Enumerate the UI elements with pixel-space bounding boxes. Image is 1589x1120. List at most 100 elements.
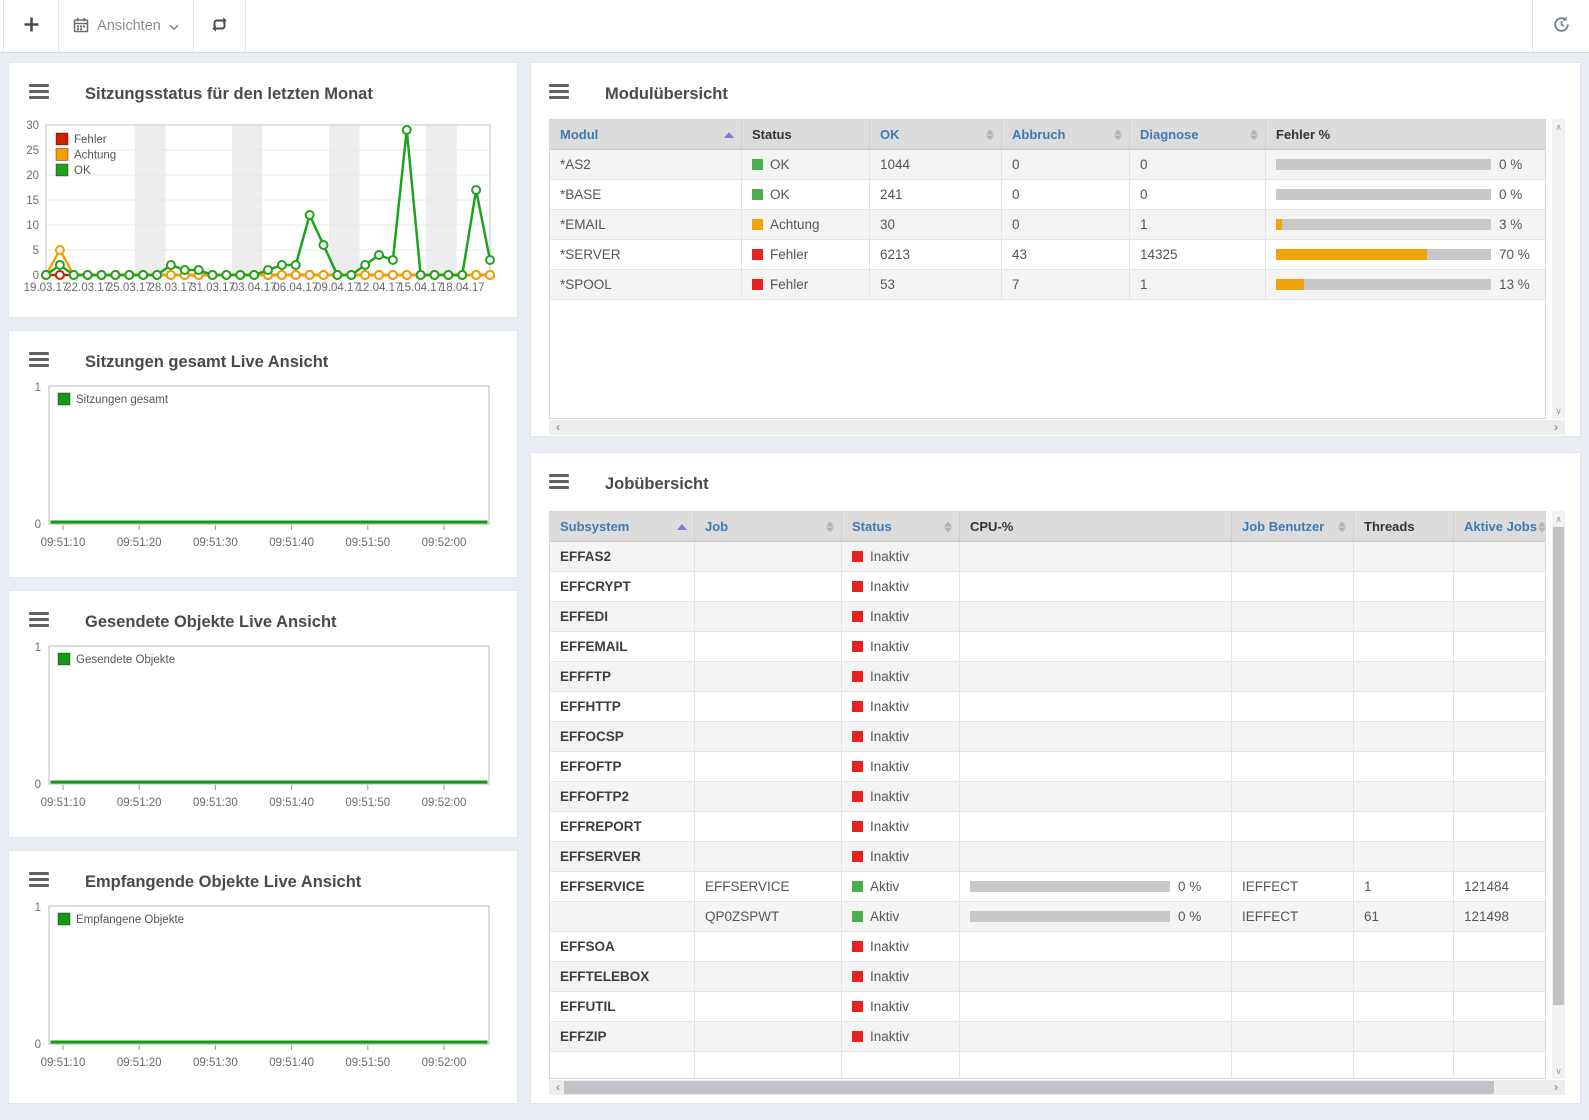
panel-menu-icon[interactable] [549,84,569,100]
scroll-left-arrow[interactable]: ‹ [551,420,565,435]
refresh-layout-button[interactable] [194,0,246,52]
table-cell [1232,632,1354,661]
table-row[interactable]: *SERVERFehler6213431432570 % [550,240,1545,270]
table-cell [695,572,842,601]
table-cell: 53 [870,270,1002,299]
column-header[interactable]: OK [870,120,1002,149]
table-cell: EFFEMAIL [550,632,695,661]
table-row[interactable]: EFFCRYPTInaktiv [550,572,1545,602]
jobs-horizontal-scrollbar[interactable]: ‹ › [549,1080,1565,1095]
column-header[interactable]: Job Benutzer [1232,512,1354,541]
column-header[interactable]: Modul [550,120,742,149]
column-header[interactable]: Fehler % [1266,120,1546,149]
progress-bar-fill [1276,279,1304,290]
panel-jobs: Jobübersicht SubsystemJobStatusCPU-%Job … [530,452,1581,1104]
progress-cell [960,632,1232,661]
table-cell [1354,752,1454,781]
table-cell: *AS2 [550,150,742,179]
table-row[interactable]: *BASEOK241000 % [550,180,1545,210]
table-cell [1232,842,1354,871]
sessions-month-chart[interactable]: 05101520253019.03.1722.03.1725.03.1728.0… [9,111,519,311]
column-header[interactable]: Status [842,512,960,541]
panel-menu-icon[interactable] [29,872,49,888]
column-header[interactable]: CPU-% [960,512,1232,541]
scroll-down-arrow[interactable]: ∨ [1552,405,1565,417]
svg-text:10: 10 [26,220,39,232]
table-row[interactable]: EFFTELEBOXInaktiv [550,962,1545,992]
add-panel-button[interactable] [3,0,59,52]
scroll-down-arrow[interactable]: ∨ [1552,1065,1565,1077]
progress-label: 0 % [1499,150,1522,179]
progress-cell [960,842,1232,871]
ansichten-label: Ansichten [97,18,161,34]
scroll-up-arrow[interactable]: ∧ [1552,513,1565,525]
progress-label: 70 % [1499,240,1530,269]
modules-vertical-scrollbar[interactable]: ∧ ∨ [1552,119,1565,419]
table-row[interactable]: EFFZIPInaktiv [550,1022,1545,1052]
svg-text:Sitzungen gesamt: Sitzungen gesamt [76,394,169,406]
panel-menu-icon[interactable] [549,474,569,490]
table-cell [695,602,842,631]
table-row[interactable]: EFFAS2Inaktiv [550,542,1545,572]
table-row[interactable]: *SPOOLFehler537113 % [550,270,1545,300]
table-row[interactable]: EFFSERVERInaktiv [550,842,1545,872]
column-header-label: Subsystem [560,519,629,534]
table-row[interactable]: EFFEMAILInaktiv [550,632,1545,662]
panel-menu-icon[interactable] [29,612,49,628]
table-row[interactable]: EFFREPORTInaktiv [550,812,1545,842]
svg-text:0: 0 [35,519,41,531]
received-live-chart[interactable]: Empfangene Objekte1009:51:1009:51:2009:5… [9,899,519,1084]
history-button[interactable] [1532,0,1589,52]
sessions-live-chart[interactable]: Sitzungen gesamt1009:51:1009:51:2009:51:… [9,379,519,564]
column-header[interactable]: Job [695,512,842,541]
table-row[interactable]: EFFHTTPInaktiv [550,692,1545,722]
table-row[interactable]: QP0ZSPWTAktiv0 %IEFFECT61121498 [550,902,1545,932]
column-header[interactable]: Threads [1354,512,1454,541]
status-square-icon [852,701,863,712]
sent-live-chart[interactable]: Gesendete Objekte1009:51:1009:51:2009:51… [9,639,519,824]
scroll-left-arrow[interactable]: ‹ [551,1080,565,1095]
table-cell [1454,572,1546,601]
svg-text:09:51:20: 09:51:20 [117,537,162,549]
column-header[interactable]: Status [742,120,870,149]
jobs-vertical-scrollbar[interactable]: ∧ ∨ [1552,511,1565,1079]
table-cell: 121498 [1454,902,1546,931]
table-cell [695,962,842,991]
table-row[interactable]: EFFSOAInaktiv [550,932,1545,962]
modules-horizontal-scrollbar[interactable]: ‹ › [549,420,1565,435]
modules-table-header: ModulStatusOKAbbruchDiagnoseFehler % [550,120,1545,150]
table-cell [1354,842,1454,871]
table-row[interactable]: EFFOCSPInaktiv [550,722,1545,752]
table-row[interactable]: EFFSERVICEEFFSERVICEAktiv0 %IEFFECT11214… [550,872,1545,902]
scrollbar-thumb[interactable] [1553,527,1564,1005]
scrollbar-thumb[interactable] [564,1081,1494,1094]
status-cell: Fehler [742,240,870,269]
table-row[interactable]: EFFOFTP2Inaktiv [550,782,1545,812]
panel-menu-icon[interactable] [29,352,49,368]
table-cell [695,992,842,1021]
table-row[interactable]: EFFUTILInaktiv [550,992,1545,1022]
column-header[interactable]: Diagnose [1130,120,1266,149]
column-header[interactable]: Subsystem [550,512,695,541]
table-row[interactable]: EFFEDIInaktiv [550,602,1545,632]
table-row[interactable]: *AS2OK1044000 % [550,150,1545,180]
status-square-icon [852,641,863,652]
scroll-up-arrow[interactable]: ∧ [1552,121,1565,133]
column-header[interactable]: Aktive Jobs [1454,512,1546,541]
scroll-right-arrow[interactable]: › [1549,1080,1563,1095]
table-cell: EFFOFTP [550,752,695,781]
status-square-icon [852,941,863,952]
scroll-right-arrow[interactable]: › [1549,420,1563,435]
repeat-icon [210,16,229,36]
svg-text:09:51:30: 09:51:30 [193,797,238,809]
table-row[interactable]: EFFFTPInaktiv [550,662,1545,692]
table-row[interactable]: EFFOFTPInaktiv [550,752,1545,782]
panel-menu-icon[interactable] [29,84,49,100]
column-header[interactable]: Abbruch [1002,120,1130,149]
ansichten-dropdown-button[interactable]: Ansichten [59,0,194,52]
table-cell: *EMAIL [550,210,742,239]
table-cell [550,902,695,931]
table-cell: QP0ZSPWT [695,902,842,931]
table-row[interactable]: *EMAILAchtung30013 % [550,210,1545,240]
status-square-icon [852,761,863,772]
